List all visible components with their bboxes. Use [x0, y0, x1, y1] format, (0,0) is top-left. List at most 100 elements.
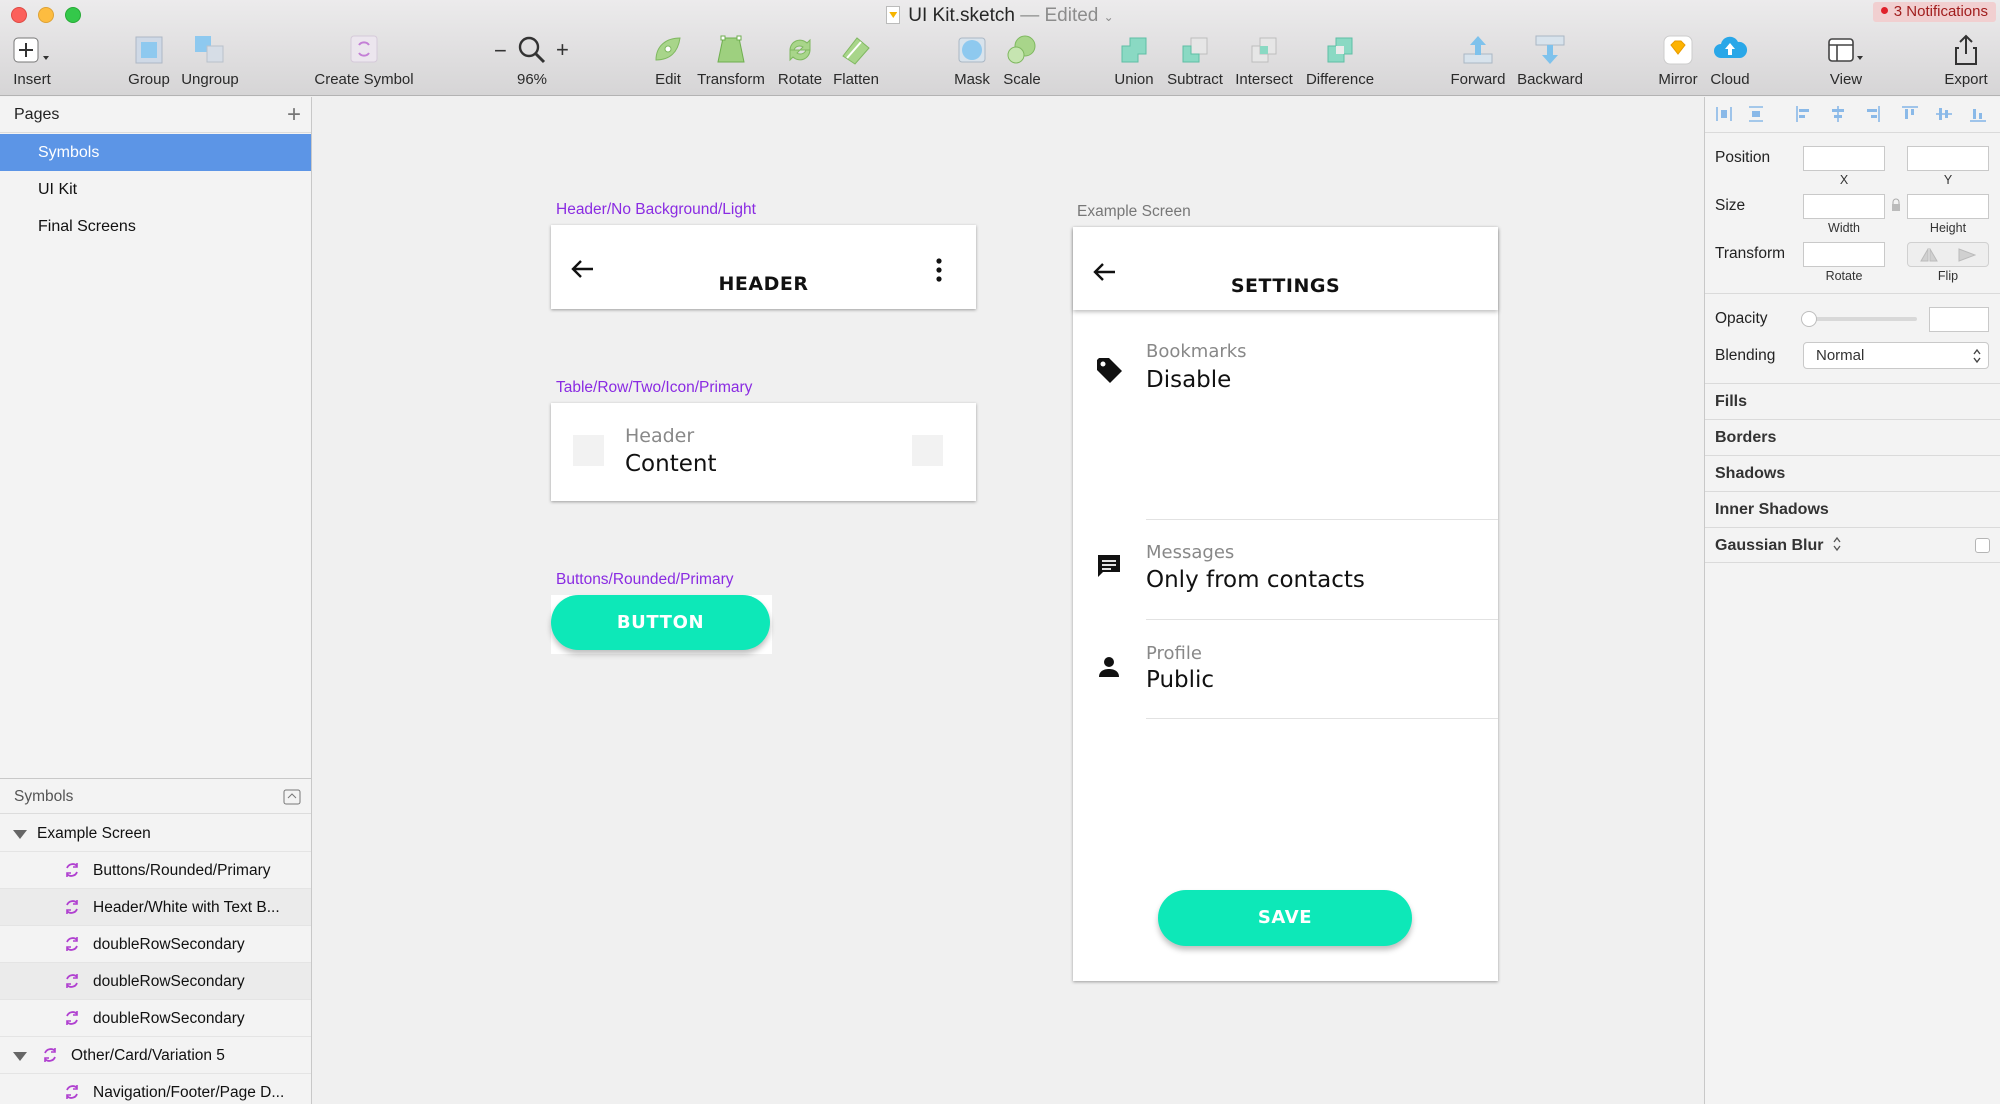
- mask-button[interactable]: Mask: [952, 34, 992, 90]
- zoom-control[interactable]: − + 96%: [494, 34, 569, 90]
- page-item-ui-kit[interactable]: UI Kit: [0, 171, 311, 208]
- disclosure-triangle-icon[interactable]: [13, 830, 27, 839]
- page-item-final-screens[interactable]: Final Screens: [0, 208, 311, 245]
- rotate-button[interactable]: Rotate: [775, 34, 825, 90]
- design-canvas[interactable]: Header/No Background/Light HEADER Table/…: [313, 97, 1703, 1104]
- settings-row-profile[interactable]: Profile Public: [1073, 620, 1498, 720]
- more-vertical-icon: [936, 258, 942, 282]
- flatten-button[interactable]: Flatten: [830, 34, 882, 90]
- edit-button[interactable]: Edit: [648, 34, 688, 90]
- layer-item[interactable]: doubleRowSecondary: [0, 963, 311, 1000]
- chevron-down-icon[interactable]: ⌄: [1104, 10, 1114, 24]
- sketch-mirror-icon: [1662, 34, 1694, 66]
- settings-row-messages[interactable]: Messages Only from contacts: [1073, 520, 1498, 620]
- opacity-field[interactable]: [1929, 307, 1989, 332]
- primary-rounded-button[interactable]: BUTTON: [551, 595, 770, 650]
- blending-select[interactable]: Normal: [1803, 342, 1989, 369]
- artboard-label-header[interactable]: Header/No Background/Light: [556, 201, 756, 219]
- cloud-button[interactable]: Cloud: [1706, 34, 1754, 90]
- mirror-button[interactable]: Mirror: [1654, 34, 1702, 90]
- zoom-out-button[interactable]: −: [494, 38, 507, 64]
- align-center-icon[interactable]: [1829, 105, 1847, 123]
- notifications-badge[interactable]: 3 Notifications: [1872, 2, 1996, 22]
- y-field[interactable]: [1907, 146, 1989, 171]
- union-button[interactable]: Union: [1110, 34, 1158, 90]
- backward-button[interactable]: Backward: [1512, 34, 1588, 90]
- button-symbol-artboard[interactable]: BUTTON: [551, 595, 772, 654]
- insert-button[interactable]: Insert: [4, 34, 60, 90]
- layer-item[interactable]: Header/White with Text B...: [0, 889, 311, 926]
- difference-button[interactable]: Difference: [1302, 34, 1378, 90]
- subtract-button[interactable]: Subtract: [1162, 34, 1228, 90]
- flip-horizontal-icon[interactable]: [1920, 248, 1938, 262]
- opacity-slider[interactable]: [1801, 311, 1917, 327]
- borders-section[interactable]: Borders: [1705, 419, 2000, 455]
- artboard-label-table-row[interactable]: Table/Row/Two/Icon/Primary: [556, 379, 752, 397]
- y-field-label: Y: [1943, 173, 1953, 187]
- flip-vertical-icon[interactable]: [1958, 248, 1976, 262]
- up-down-chevron-icon[interactable]: [1832, 536, 1842, 552]
- layer-group-label: Example Screen: [37, 825, 151, 842]
- example-screen-artboard[interactable]: SETTINGS Bookmarks Disable Messages Only…: [1073, 227, 1498, 981]
- align-top-icon[interactable]: [1901, 105, 1919, 123]
- header-symbol-artboard[interactable]: HEADER: [551, 225, 976, 309]
- distribute-vertical-icon[interactable]: [1747, 105, 1765, 123]
- ungroup-button[interactable]: Ungroup: [181, 34, 239, 90]
- fills-section[interactable]: Fills: [1705, 383, 2000, 419]
- rotate-label: Rotate: [777, 71, 823, 88]
- transform-label: Transform: [697, 71, 765, 88]
- message-icon: [1096, 553, 1122, 579]
- transform-icon: [715, 34, 747, 66]
- intersect-button[interactable]: Intersect: [1232, 34, 1296, 90]
- align-right-icon[interactable]: [1863, 105, 1881, 123]
- add-page-plus-icon[interactable]: +: [287, 97, 301, 133]
- align-left-icon[interactable]: [1795, 105, 1813, 123]
- transform-button[interactable]: Transform: [696, 34, 766, 90]
- distribute-horizontal-icon[interactable]: [1715, 105, 1733, 123]
- document-status[interactable]: Edited: [1045, 5, 1099, 26]
- tag-icon: [1095, 356, 1123, 384]
- artboard-label-button[interactable]: Buttons/Rounded/Primary: [556, 571, 733, 589]
- gaussian-blur-section[interactable]: Gaussian Blur: [1705, 527, 2000, 563]
- group-button[interactable]: Group: [124, 34, 174, 90]
- collapse-panel-icon[interactable]: [283, 789, 301, 805]
- disclosure-triangle-icon[interactable]: [13, 1052, 27, 1061]
- flip-control[interactable]: [1907, 242, 1989, 267]
- settings-row-bookmarks[interactable]: Bookmarks Disable: [1073, 311, 1498, 411]
- page-item-symbols[interactable]: Symbols: [0, 134, 311, 171]
- scale-label: Scale: [1003, 71, 1041, 88]
- forward-button[interactable]: Forward: [1448, 34, 1508, 90]
- table-row-symbol-artboard[interactable]: Header Content: [551, 403, 976, 501]
- edit-icon: [652, 34, 684, 66]
- inner-shadows-section[interactable]: Inner Shadows: [1705, 491, 2000, 527]
- layer-item[interactable]: doubleRowSecondary: [0, 926, 311, 963]
- symbol-instance-icon: [63, 972, 81, 990]
- flatten-icon: [839, 34, 873, 66]
- layer-group-card-variation[interactable]: Other/Card/Variation 5: [0, 1037, 311, 1074]
- gaussian-blur-checkbox[interactable]: [1975, 538, 1990, 553]
- opacity-slider-thumb[interactable]: [1801, 311, 1817, 327]
- sketch-file-icon: [886, 6, 901, 24]
- x-field[interactable]: [1803, 146, 1885, 171]
- rotate-field[interactable]: [1803, 242, 1885, 267]
- view-button[interactable]: View: [1822, 34, 1870, 90]
- scale-button[interactable]: Scale: [1000, 34, 1044, 90]
- layer-group-example-screen[interactable]: Example Screen: [0, 815, 311, 852]
- export-button[interactable]: Export: [1940, 34, 1992, 90]
- lock-icon[interactable]: [1891, 198, 1901, 212]
- align-middle-icon[interactable]: [1935, 105, 1953, 123]
- layer-item[interactable]: Buttons/Rounded/Primary: [0, 852, 311, 889]
- layer-item[interactable]: Navigation/Footer/Page D...: [0, 1074, 311, 1104]
- window-title: UI Kit.sketch — Edited ⌄: [0, 5, 2000, 27]
- height-field[interactable]: [1907, 194, 1989, 219]
- save-button[interactable]: SAVE: [1158, 890, 1412, 946]
- create-symbol-button[interactable]: Create Symbol: [314, 34, 414, 90]
- layer-label: doubleRowSecondary: [93, 973, 245, 990]
- window-toolbar: UI Kit.sketch — Edited ⌄ 3 Notifications…: [0, 0, 2000, 96]
- zoom-in-button[interactable]: +: [556, 37, 569, 63]
- layer-item[interactable]: doubleRowSecondary: [0, 1000, 311, 1037]
- shadows-section[interactable]: Shadows: [1705, 455, 2000, 491]
- align-bottom-icon[interactable]: [1969, 105, 1987, 123]
- artboard-label-example-screen[interactable]: Example Screen: [1077, 203, 1191, 221]
- width-field[interactable]: [1803, 194, 1885, 219]
